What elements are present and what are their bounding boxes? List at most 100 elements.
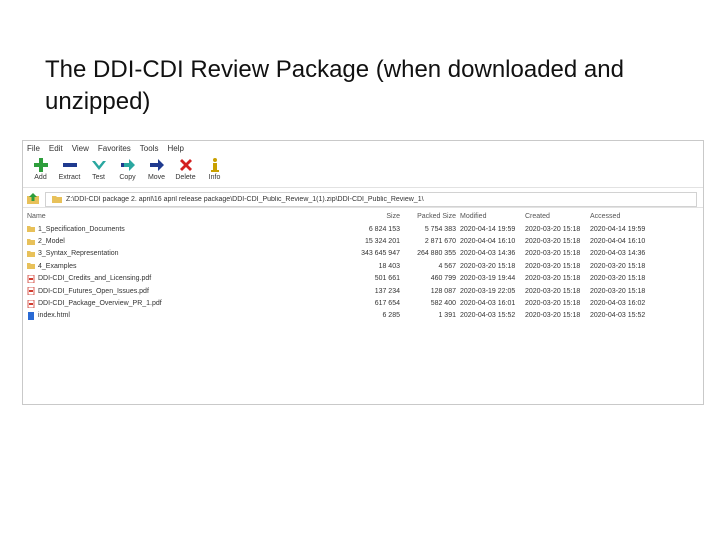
file-packed-size: 1 391: [438, 312, 456, 320]
file-size: 617 654: [374, 300, 400, 308]
column-header-size[interactable]: Size: [355, 210, 402, 223]
test-label: Test: [92, 174, 105, 181]
file-created: 2020-03-20 15:18: [525, 312, 581, 320]
column-header-packed-size[interactable]: Packed Size: [402, 210, 458, 223]
copy-icon: [120, 159, 135, 171]
file-modified: 2020-04-03 15:52: [460, 312, 516, 320]
file-modified: 2020-04-14 19:59: [460, 225, 516, 233]
file-created: 2020-03-20 15:18: [525, 262, 581, 270]
slide-title: The DDI-CDI Review Package (when downloa…: [45, 56, 624, 115]
file-name-cell[interactable]: DDI-CDI_Package_Overview_PR_1.pdf: [25, 297, 355, 309]
move-label: Move: [147, 174, 166, 181]
move-button[interactable]: Move: [142, 155, 171, 181]
add-button[interactable]: Add: [26, 155, 55, 181]
file-packed-size: 5 754 383: [424, 225, 456, 233]
file-size: 6 285: [382, 312, 400, 320]
folder-icon: [27, 226, 35, 233]
address-path: Z:\DDI-CDI package 2. april\16 april rel…: [66, 195, 424, 203]
file-packed-size: 582 400: [430, 300, 456, 308]
file-name-cell[interactable]: DDI-CDI_Credits_and_Licensing.pdf: [25, 273, 355, 285]
file-name-cell[interactable]: 2_Model: [25, 235, 355, 247]
info-label: Info: [208, 174, 221, 181]
file-name-text: 4_Examples: [38, 262, 77, 270]
file-name-cell[interactable]: 3_Syntax_Representation: [25, 248, 355, 260]
file-modified: 2020-03-19 22:05: [460, 287, 516, 295]
column-header-name[interactable]: Name: [25, 210, 355, 223]
pdf-file-icon: [27, 287, 35, 296]
file-name-text: index.html: [38, 312, 70, 320]
test-button[interactable]: Test: [84, 155, 113, 181]
html-file-icon: [28, 311, 34, 320]
address-field[interactable]: Z:\DDI-CDI package 2. april\16 april rel…: [45, 191, 697, 207]
table-row[interactable]: 1_Specification_Documents 6 824 153 5 754 …: [25, 223, 669, 235]
file-size: 501 661: [374, 275, 400, 283]
file-size: 15 324 201: [364, 238, 400, 246]
menu-file[interactable]: File: [27, 144, 40, 153]
up-folder-icon[interactable]: [26, 193, 40, 205]
file-name-cell[interactable]: index.html: [25, 310, 355, 322]
table-row[interactable]: 3_Syntax_Representation 343 645 947 264 88…: [25, 248, 669, 260]
column-header-accessed[interactable]: Accessed: [588, 210, 669, 223]
column-header-created[interactable]: Created: [523, 210, 588, 223]
add-icon: [33, 158, 48, 172]
file-size: 6 824 153: [368, 225, 400, 233]
file-name: 2_Model: [27, 238, 353, 246]
table-row[interactable]: DDI-CDI_Futures_Open_Issues.pdf 137 234 12…: [25, 285, 669, 297]
toolbar: Add Extract Test Copy Move Delete Info: [23, 155, 703, 188]
file-name-cell[interactable]: 4_Examples: [25, 260, 355, 272]
file-name-cell[interactable]: DDI-CDI_Futures_Open_Issues.pdf: [25, 285, 355, 297]
file-created: 2020-03-20 15:18: [525, 238, 581, 246]
file-name: DDI-CDI_Credits_and_Licensing.pdf: [27, 274, 353, 283]
folder-icon: [27, 263, 35, 270]
file-name-cell[interactable]: 1_Specification_Documents: [25, 223, 355, 235]
file-size: 137 234: [374, 287, 400, 295]
address-bar: Z:\DDI-CDI package 2. april\16 april rel…: [23, 191, 703, 208]
extract-button[interactable]: Extract: [55, 155, 84, 181]
delete-icon: [179, 159, 192, 171]
menu-bar: File Edit View Favorites Tools Help: [23, 141, 703, 155]
menu-favorites[interactable]: Favorites: [98, 144, 131, 153]
file-accessed: 2020-04-04 16:10: [590, 238, 646, 246]
file-name: 4_Examples: [27, 262, 353, 270]
delete-label: Delete: [175, 174, 196, 181]
table-row[interactable]: index.html 6 285 1 391 2020-04-03 15:52 2020…: [25, 310, 669, 322]
file-size: 18 403: [378, 262, 400, 270]
copy-label: Copy: [119, 174, 136, 181]
file-modified: 2020-03-19 19:44: [460, 275, 516, 283]
file-modified: 2020-04-04 16:10: [460, 238, 516, 246]
table-row[interactable]: 4_Examples 18 403 4 567 2020-03-20 15:18 202…: [25, 260, 669, 272]
file-size: 343 645 947: [361, 250, 400, 258]
file-accessed: 2020-04-03 14:36: [590, 250, 646, 258]
file-packed-size: 460 799: [430, 275, 456, 283]
menu-edit[interactable]: Edit: [49, 144, 63, 153]
file-name-text: DDI-CDI_Package_Overview_PR_1.pdf: [38, 300, 162, 308]
file-name-text: 3_Syntax_Representation: [38, 250, 119, 258]
column-header-modified[interactable]: Modified: [458, 210, 523, 223]
copy-button[interactable]: Copy: [113, 155, 142, 181]
folder-icon: [27, 238, 35, 245]
extract-icon: [62, 163, 77, 167]
info-button[interactable]: Info: [200, 155, 229, 181]
table-row[interactable]: 2_Model 15 324 201 2 871 670 2020-04-04 16:…: [25, 235, 669, 247]
file-accessed: 2020-03-20 15:18: [590, 287, 646, 295]
test-icon: [91, 161, 106, 170]
file-created: 2020-03-20 15:18: [525, 300, 581, 308]
menu-help[interactable]: Help: [167, 144, 183, 153]
file-packed-size: 2 871 670: [424, 238, 456, 246]
menu-tools[interactable]: Tools: [140, 144, 159, 153]
table-row[interactable]: DDI-CDI_Credits_and_Licensing.pdf 501 661…: [25, 273, 669, 285]
file-created: 2020-03-20 15:18: [525, 287, 581, 295]
add-label: Add: [34, 174, 47, 181]
archive-manager-window: File Edit View Favorites Tools Help Add …: [22, 140, 704, 405]
file-accessed: 2020-03-20 15:18: [590, 262, 646, 270]
pdf-file-icon: [27, 274, 35, 283]
file-name: index.html: [27, 311, 353, 320]
file-name: DDI-CDI_Futures_Open_Issues.pdf: [27, 287, 353, 296]
menu-view[interactable]: View: [72, 144, 89, 153]
file-list: Name Size Packed Size Modified Created A…: [25, 210, 669, 322]
file-modified: 2020-03-20 15:18: [460, 262, 516, 270]
delete-button[interactable]: Delete: [171, 155, 200, 181]
file-created: 2020-03-20 15:18: [525, 250, 581, 258]
file-packed-size: 264 880 355: [417, 250, 456, 258]
table-row[interactable]: DDI-CDI_Package_Overview_PR_1.pdf 617 654…: [25, 297, 669, 309]
